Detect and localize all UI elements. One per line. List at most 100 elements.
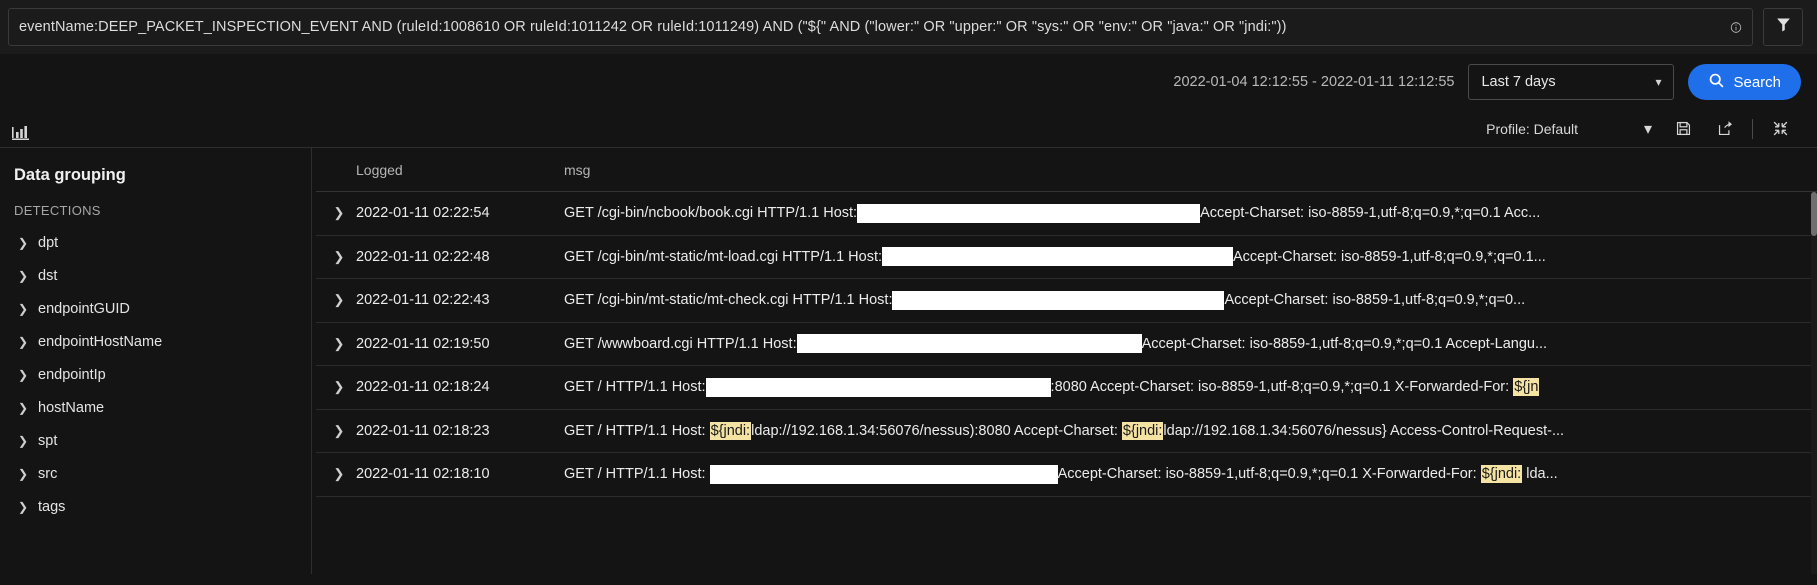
query-bar-row: eventName:DEEP_PACKET_INSPECTION_EVENT A… <box>0 0 1817 54</box>
chevron-right-icon: ❯ <box>18 400 29 415</box>
share-export-icon[interactable] <box>1704 114 1746 144</box>
table-body: ❯ 2022-01-11 02:22:54 GET /cgi-bin/ncbook/… <box>312 192 1817 497</box>
cell-logged: 2022-01-11 02:22:43 <box>356 292 490 309</box>
row-expand-chevron-icon[interactable]: ❯ <box>322 205 356 221</box>
chevron-right-icon: ❯ <box>18 268 29 283</box>
table-row[interactable]: ❯ 2022-01-11 02:22:43 GET /cgi-bin/mt-stat… <box>312 279 1817 323</box>
cell-msg: GET / HTTP/1.1 Host: Accept-Charset: iso… <box>564 464 1817 484</box>
info-icon[interactable] <box>1722 17 1742 37</box>
sidebar-item-label: dst <box>38 267 58 284</box>
sidebar-item-src[interactable]: ❯ src <box>0 457 311 490</box>
chevron-down-icon: ▾ <box>1655 75 1662 89</box>
redaction-block <box>857 203 1201 223</box>
sidebar-item-dst[interactable]: ❯ dst <box>0 259 311 292</box>
cell-logged: 2022-01-11 02:19:50 <box>356 335 490 352</box>
redaction-block <box>892 290 1225 310</box>
sidebar-item-label: endpointGUID <box>38 300 130 317</box>
row-expand-chevron-icon[interactable]: ❯ <box>322 466 356 482</box>
redaction-block <box>882 247 1234 267</box>
msg-text: GET / HTTP/1.1 Host: <box>564 422 710 439</box>
results-toolbar: Profile: Default ▾ <box>0 110 1817 148</box>
msg-text: :8080 Accept-Charset: iso-8859-1,utf-8;q… <box>1050 379 1514 396</box>
cell-msg: GET /cgi-bin/mt-static/mt-load.cgi HTTP/… <box>564 247 1817 267</box>
sidebar-item-label: spt <box>38 432 58 449</box>
search-button-label: Search <box>1733 73 1781 91</box>
filter-button[interactable] <box>1763 8 1803 46</box>
magnifier-icon <box>1708 72 1725 93</box>
chevron-right-icon: ❯ <box>18 235 29 250</box>
collapse-arrows-icon[interactable] <box>1759 114 1801 144</box>
cell-logged: 2022-01-11 02:22:48 <box>356 248 490 265</box>
table-row[interactable]: ❯ 2022-01-11 02:18:24 GET / HTTP/1.1 Host:… <box>312 366 1817 410</box>
sidebar-item-endpointhostname[interactable]: ❯ endpointHostName <box>0 325 311 358</box>
row-expand-chevron-icon[interactable]: ❯ <box>322 249 356 265</box>
sidebar-title: Data grouping <box>14 166 126 184</box>
sidebar-item-endpointguid[interactable]: ❯ endpointGUID <box>0 292 311 325</box>
sidebar-item-dpt[interactable]: ❯ dpt <box>0 226 311 259</box>
sidebar-item-label: hostName <box>38 399 105 416</box>
msg-text: ldap://192.168.1.34:56076/nessus} Access… <box>1163 422 1565 439</box>
search-query-input[interactable]: eventName:DEEP_PACKET_INSPECTION_EVENT A… <box>8 8 1753 46</box>
sidebar-item-endpointip[interactable]: ❯ endpointIp <box>0 358 311 391</box>
table-row[interactable]: ❯ 2022-01-11 02:18:10 GET / HTTP/1.1 Host:… <box>312 453 1817 497</box>
table-header-row: Logged msg <box>312 148 1817 192</box>
msg-text: GET /cgi-bin/mt-static/mt-load.cgi HTTP/… <box>564 248 883 265</box>
highlighted-match: ${jndi: <box>1121 421 1164 440</box>
cell-logged: 2022-01-11 02:22:54 <box>356 205 490 222</box>
chevron-right-icon: ❯ <box>18 466 29 481</box>
table-row[interactable]: ❯ 2022-01-11 02:22:48 GET /cgi-bin/mt-stat… <box>312 236 1817 279</box>
chevron-right-icon: ❯ <box>18 499 29 514</box>
sidebar-item-label: endpointIp <box>38 366 106 383</box>
time-range-select[interactable]: Last 7 days ▾ <box>1468 64 1675 100</box>
date-range-display: 2022-01-04 12:12:55 - 2022-01-11 12:12:5… <box>1173 74 1455 90</box>
row-expand-chevron-icon[interactable]: ❯ <box>322 423 356 439</box>
table-row[interactable]: ❯ 2022-01-11 02:22:54 GET /cgi-bin/ncbook/… <box>312 192 1817 236</box>
cell-msg: GET /wwwboard.cgi HTTP/1.1 Host: Accept-C… <box>564 334 1817 354</box>
table-row[interactable]: ❯ 2022-01-11 02:19:50 GET /wwwboard.cgi HT… <box>312 323 1817 366</box>
msg-text: Accept-Charset: iso-8859-1,utf-8;q=0.9,*… <box>1224 292 1526 309</box>
toolbar-actions: Profile: Default ▾ <box>1486 114 1801 144</box>
filter-funnel-icon <box>1775 16 1792 38</box>
sidebar-item-tags[interactable]: ❯ tags <box>0 490 311 523</box>
redaction-block <box>796 334 1142 354</box>
cell-msg: GET /cgi-bin/mt-static/mt-check.cgi HTTP… <box>564 290 1817 310</box>
chevron-right-icon: ❯ <box>18 301 29 316</box>
results-table: Logged msg ❯ 2022-01-11 02:22:54 GET /cgi-… <box>312 148 1817 574</box>
sidebar-item-label: src <box>38 465 58 482</box>
main-body: Data grouping DETECTIONS ❯ dpt ❯ dst ❯ endpoi… <box>0 148 1817 574</box>
row-expand-chevron-icon[interactable]: ❯ <box>322 336 356 352</box>
toolbar-divider <box>1752 118 1753 139</box>
sidebar-item-hostname[interactable]: ❯ hostName <box>0 391 311 424</box>
cell-logged: 2022-01-11 02:18:24 <box>356 379 490 396</box>
msg-text: ldap://192.168.1.34:56076/nessus):8080 A… <box>751 422 1122 439</box>
bar-chart-icon[interactable] <box>8 117 34 141</box>
row-expand-chevron-icon[interactable]: ❯ <box>322 379 356 395</box>
profile-label: Profile: Default <box>1486 120 1578 137</box>
vertical-scrollbar-track[interactable] <box>1811 192 1817 574</box>
msg-text: GET / HTTP/1.1 Host: <box>564 466 710 483</box>
sidebar-item-label: tags <box>38 498 66 515</box>
msg-text: Accept-Charset: iso-8859-1,utf-8;q=0.9,*… <box>1057 466 1481 483</box>
chevron-right-icon: ❯ <box>18 433 29 448</box>
cell-msg: GET /cgi-bin/ncbook/book.cgi HTTP/1.1 Ho… <box>564 203 1817 223</box>
table-row[interactable]: ❯ 2022-01-11 02:18:23 GET / HTTP/1.1 Host:… <box>312 410 1817 453</box>
column-header-logged[interactable]: Logged <box>356 162 564 178</box>
sidebar-item-spt[interactable]: ❯ spt <box>0 424 311 457</box>
column-header-msg[interactable]: msg <box>564 162 1817 178</box>
highlighted-match: ${jn <box>1513 378 1540 397</box>
sidebar-item-label: dpt <box>38 234 59 251</box>
redaction-block <box>709 464 1058 484</box>
cell-msg: GET / HTTP/1.1 Host::8080 Accept-Charset… <box>564 377 1817 397</box>
time-range-row: 2022-01-04 12:12:55 - 2022-01-11 12:12:5… <box>0 54 1817 110</box>
save-disk-icon[interactable] <box>1662 114 1704 144</box>
row-expand-chevron-icon[interactable]: ❯ <box>322 292 356 308</box>
profile-chevron-down-icon[interactable]: ▾ <box>1634 114 1662 144</box>
time-range-value: Last 7 days <box>1481 74 1556 90</box>
chevron-right-icon: ❯ <box>18 334 29 349</box>
search-button[interactable]: Search <box>1688 64 1801 100</box>
vertical-scrollbar-thumb[interactable] <box>1811 192 1817 236</box>
msg-text: Accept-Charset: iso-8859-1,utf-8;q=0.9,*… <box>1233 248 1546 265</box>
redaction-block <box>705 377 1051 397</box>
msg-text: GET /cgi-bin/mt-static/mt-check.cgi HTTP… <box>564 292 893 309</box>
msg-text: GET /cgi-bin/ncbook/book.cgi HTTP/1.1 Ho… <box>564 205 858 222</box>
